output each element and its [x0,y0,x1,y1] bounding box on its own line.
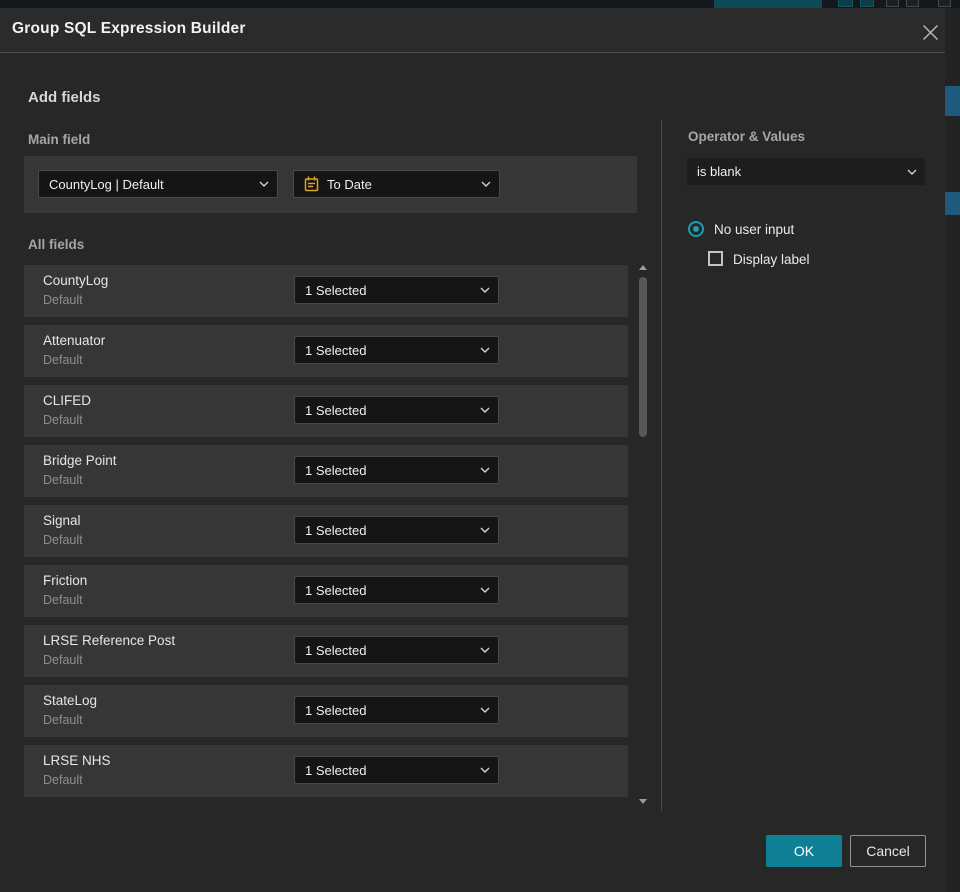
group-sql-expression-builder-dialog: Group SQL Expression Builder Add fields … [0,8,945,892]
field-subtitle: Default [43,533,83,547]
toolbar-button-fragment[interactable] [860,0,874,7]
field-selected-dropdown[interactable]: 1 Selected [294,636,499,664]
dropdown-value: 1 Selected [305,582,367,598]
field-subtitle: Default [43,293,83,307]
field-name: LRSE Reference Post [43,633,176,648]
field-name: Signal [43,513,81,528]
field-name: LRSE NHS [43,753,111,768]
chevron-down-icon [481,181,491,187]
chevron-down-icon [480,467,490,473]
field-name: CLIFED [43,393,92,408]
field-row: Signal Default 1 Selected [24,505,628,557]
field-selected-dropdown[interactable]: 1 Selected [294,516,499,544]
dropdown-value: 1 Selected [305,282,367,298]
toolbar-button-fragment[interactable] [838,0,853,7]
toolbar-button-fragment[interactable] [906,0,919,7]
main-field-container: CountyLog | Default To Date [24,156,637,213]
dialog-title: Group SQL Expression Builder [12,20,246,37]
screen: Live view Group SQL Expression Builder A… [0,0,960,892]
chevron-down-icon [480,587,490,593]
no-user-input-label: No user input [714,222,795,237]
ok-button[interactable]: OK [766,835,842,867]
no-user-input-radio[interactable] [688,221,704,237]
chevron-down-icon [480,647,490,653]
background-app-side [945,8,960,892]
field-selected-dropdown[interactable]: 1 Selected [294,696,499,724]
field-selected-dropdown[interactable]: 1 Selected [294,396,499,424]
operator-values-heading: Operator & Values [688,129,806,144]
operator-dropdown[interactable]: is blank [687,158,925,185]
dropdown-value: 1 Selected [305,462,367,478]
chevron-down-icon [480,347,490,353]
background-fragment [945,192,960,215]
field-row: CLIFED Default 1 Selected [24,385,628,437]
field-row: Friction Default 1 Selected [24,565,628,617]
field-subtitle: Default [43,593,83,607]
field-row: CountyLog Default 1 Selected [24,265,628,317]
field-name: Bridge Point [43,453,117,468]
dialog-header: Group SQL Expression Builder [0,8,945,53]
add-fields-heading: Add fields [28,89,101,106]
field-name: Friction [43,573,88,588]
background-fragment [945,86,960,116]
field-row: LRSE Reference Post Default 1 Selected [24,625,628,677]
scrollbar-down-arrow[interactable] [639,799,647,804]
dropdown-value: 1 Selected [305,642,367,658]
dropdown-value: 1 Selected [305,342,367,358]
main-field-type-dropdown[interactable]: To Date [293,170,500,198]
field-selected-dropdown[interactable]: 1 Selected [294,576,499,604]
dropdown-value: CountyLog | Default [49,176,164,192]
field-name: Attenuator [43,333,106,348]
chevron-down-icon [480,287,490,293]
field-selected-dropdown[interactable]: 1 Selected [294,336,499,364]
field-subtitle: Default [43,713,83,727]
field-row: LRSE NHS Default 1 Selected [24,745,628,797]
dropdown-value: 1 Selected [305,702,367,718]
live-view-label: Live view [750,0,797,1]
toolbar-button-fragment[interactable] [886,0,899,7]
scrollbar-thumb[interactable] [639,277,647,437]
chevron-down-icon [480,707,490,713]
field-name: StateLog [43,693,98,708]
main-field-dropdown[interactable]: CountyLog | Default [38,170,278,198]
live-view-button[interactable]: Live view [714,0,822,8]
field-subtitle: Default [43,473,83,487]
all-fields-heading: All fields [28,237,85,252]
field-name: CountyLog [43,273,109,288]
cancel-button[interactable]: Cancel [850,835,926,867]
calendar-date-icon [303,176,320,193]
field-selected-dropdown[interactable]: 1 Selected [294,276,499,304]
scrollbar-up-arrow[interactable] [639,265,647,270]
field-row: Bridge Point Default 1 Selected [24,445,628,497]
field-subtitle: Default [43,653,83,667]
chevron-down-icon [259,181,269,187]
field-selected-dropdown[interactable]: 1 Selected [294,456,499,484]
dropdown-value: 1 Selected [305,402,367,418]
close-icon[interactable] [916,19,944,45]
chevron-down-icon [480,767,490,773]
dropdown-value: 1 Selected [305,522,367,538]
background-app-topbar: Live view [0,0,960,8]
chevron-down-icon [480,407,490,413]
field-subtitle: Default [43,413,83,427]
dropdown-value: To Date [327,176,372,192]
field-row: Attenuator Default 1 Selected [24,325,628,377]
panel-divider [661,120,662,811]
toolbar-button-fragment[interactable] [938,0,951,7]
field-subtitle: Default [43,773,83,787]
chevron-down-icon [480,527,490,533]
field-row: StateLog Default 1 Selected [24,685,628,737]
field-selected-dropdown[interactable]: 1 Selected [294,756,499,784]
chevron-down-icon [907,169,917,175]
field-subtitle: Default [43,353,83,367]
dropdown-value: 1 Selected [305,762,367,778]
display-label-label: Display label [733,252,810,267]
display-label-checkbox[interactable] [708,251,723,266]
dropdown-value: is blank [697,164,742,179]
main-field-heading: Main field [28,132,91,147]
